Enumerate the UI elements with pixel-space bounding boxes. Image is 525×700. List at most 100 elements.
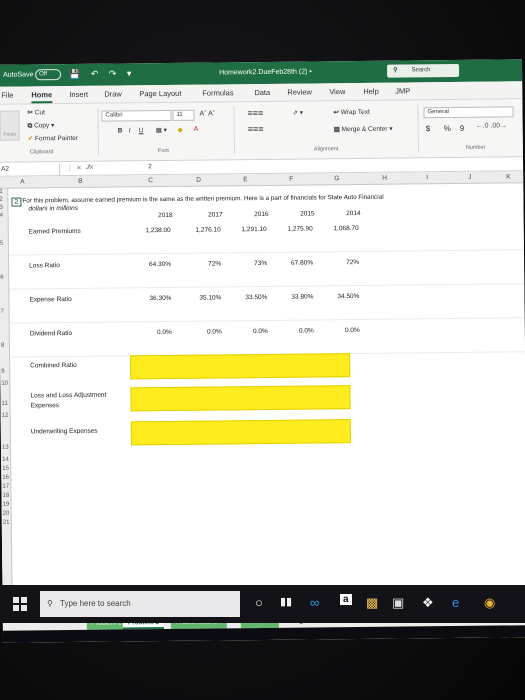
percent-button[interactable]: % bbox=[444, 124, 451, 133]
earned-premiums-label[interactable]: Earned Premiums bbox=[29, 228, 81, 236]
tab-formulas[interactable]: Formulas bbox=[202, 88, 233, 97]
italic-button[interactable]: I bbox=[129, 127, 131, 134]
row-header-8[interactable]: 8 bbox=[0, 322, 11, 357]
expense-ratio-label[interactable]: Expense Ratio bbox=[29, 296, 71, 303]
tab-help[interactable]: Help bbox=[363, 87, 379, 96]
loss-ratio-label[interactable]: Loss Ratio bbox=[29, 262, 60, 269]
row-header-14[interactable]: 14 bbox=[1, 456, 12, 466]
row-header-1[interactable]: 1 bbox=[0, 188, 9, 197]
row-header-9[interactable]: 9 bbox=[0, 356, 11, 381]
row-header-15[interactable]: 15 bbox=[1, 465, 12, 475]
tab-draw[interactable]: Draw bbox=[104, 89, 122, 98]
column-header-c[interactable]: C bbox=[148, 177, 153, 184]
year-2016[interactable]: 2016 bbox=[225, 211, 269, 218]
row-header-4[interactable]: 4 bbox=[0, 212, 9, 221]
loss-ratio-2017[interactable]: 72% bbox=[169, 260, 221, 268]
dividend-ratio-2014[interactable]: 0.0% bbox=[308, 327, 360, 335]
row-header-2[interactable]: 2 bbox=[0, 196, 9, 205]
underwriting-expenses-input-range[interactable] bbox=[130, 419, 351, 446]
column-header-d[interactable]: D bbox=[196, 177, 201, 184]
dividend-ratio-2016[interactable]: 0.0% bbox=[216, 328, 268, 336]
column-header-a[interactable]: A bbox=[20, 178, 24, 185]
name-box[interactable]: A2 bbox=[0, 163, 61, 176]
cell-a2[interactable]: 2 bbox=[11, 197, 22, 207]
expense-ratio-2014[interactable]: 34.50% bbox=[307, 293, 359, 301]
column-header-g[interactable]: G bbox=[334, 175, 339, 182]
comma-button[interactable]: 9 bbox=[460, 124, 465, 133]
units-note[interactable]: dollars in millions bbox=[28, 205, 78, 213]
column-header-e[interactable]: E bbox=[243, 176, 247, 183]
tab-jmp[interactable]: JMP bbox=[395, 86, 410, 95]
row-header-13[interactable]: 13 bbox=[0, 422, 12, 457]
wrap-text-button[interactable]: ↩ Wrap Text bbox=[333, 108, 369, 116]
infinity-icon[interactable]: ∞ bbox=[310, 595, 319, 610]
row-header-18[interactable]: 18 bbox=[1, 492, 12, 502]
formula-value[interactable]: 2 bbox=[148, 163, 152, 170]
align-top-icons[interactable]: ≡≡≡ bbox=[247, 108, 263, 118]
row-header-6[interactable]: 6 bbox=[0, 254, 10, 289]
expense-ratio-2018[interactable]: 36.30% bbox=[119, 295, 171, 303]
cortana-icon[interactable]: ○ bbox=[255, 595, 263, 610]
row-header-19[interactable]: 19 bbox=[1, 501, 12, 511]
earned-premiums-2017[interactable]: 1,276.10 bbox=[169, 226, 220, 234]
dropbox-icon[interactable]: ❖ bbox=[422, 595, 434, 611]
year-2015[interactable]: 2015 bbox=[271, 210, 315, 217]
row-header-3[interactable]: 3 bbox=[0, 204, 9, 213]
tab-data[interactable]: Data bbox=[254, 88, 270, 97]
row-header-5[interactable]: 5 bbox=[0, 220, 9, 255]
dividend-ratio-2017[interactable]: 0.0% bbox=[170, 328, 222, 336]
combined-ratio-label[interactable]: Combined Ratio bbox=[30, 362, 77, 369]
store-icon[interactable]: ▣ bbox=[392, 595, 404, 611]
merge-center-button[interactable]: ▤ Merge & Center ▾ bbox=[334, 125, 393, 134]
column-header-h[interactable]: H bbox=[382, 175, 387, 182]
copy-button[interactable]: ⧉ Copy ▾ bbox=[28, 121, 55, 130]
formula-bar-icons[interactable]: ⋮ ✕ ✓ bbox=[66, 164, 91, 172]
borders-icon[interactable]: ▦ ▾ bbox=[156, 126, 167, 134]
title-search-box[interactable]: ⚲ Search bbox=[387, 63, 460, 78]
taskbar-search-box[interactable]: ⚲ Type here to search bbox=[40, 591, 240, 617]
row-header-16[interactable]: 16 bbox=[1, 474, 12, 484]
row-header-11[interactable]: 11 bbox=[0, 388, 11, 413]
loss-ratio-2018[interactable]: 64.30% bbox=[119, 261, 171, 269]
fx-icon[interactable]: fx bbox=[88, 164, 93, 171]
row-header-10[interactable]: 10 bbox=[0, 380, 11, 389]
column-header-b[interactable]: B bbox=[78, 178, 82, 185]
column-header-k[interactable]: K bbox=[506, 173, 510, 180]
loss-ratio-2016[interactable]: 73% bbox=[215, 260, 267, 268]
year-2017[interactable]: 2017 bbox=[179, 211, 223, 218]
row-header-7[interactable]: 7 bbox=[0, 288, 10, 323]
column-header-i[interactable]: I bbox=[426, 174, 428, 181]
windows-icon[interactable] bbox=[13, 597, 27, 611]
task-view-icon[interactable]: ▮▮ bbox=[280, 595, 292, 608]
tab-page-layout[interactable]: Page Layout bbox=[139, 89, 181, 98]
amazon-icon[interactable]: a bbox=[340, 594, 352, 605]
lae-input-range[interactable] bbox=[130, 385, 351, 412]
earned-premiums-2018[interactable]: 1,238.00 bbox=[119, 227, 170, 235]
quick-access-toolbar[interactable]: 💾 ↶ ↷ ▾ bbox=[69, 68, 135, 80]
cut-button[interactable]: ✂ Cut bbox=[27, 108, 44, 116]
bold-button[interactable]: B bbox=[118, 127, 123, 134]
align-horizontal-icons[interactable]: ≡≡≡ bbox=[248, 124, 264, 134]
file-explorer-icon[interactable]: ▩ bbox=[366, 595, 378, 611]
underline-button[interactable]: U bbox=[139, 127, 144, 134]
orientation-icon[interactable]: ⇗ ▾ bbox=[292, 109, 303, 117]
expense-ratio-2015[interactable]: 33.80% bbox=[261, 293, 313, 301]
decimal-icons[interactable]: ←.0 .00→ bbox=[476, 122, 508, 129]
number-format-select[interactable]: General bbox=[423, 106, 514, 119]
year-2018[interactable]: 2018 bbox=[129, 212, 173, 219]
loss-ratio-2015[interactable]: 67.80% bbox=[261, 259, 313, 267]
dividend-ratio-2018[interactable]: 0.0% bbox=[120, 329, 172, 337]
worksheet-grid[interactable]: A B C D E F G H I J K 1 2 3 4 5 6 7 8 9 … bbox=[0, 171, 525, 618]
dividend-ratio-label[interactable]: Dividend Ratio bbox=[30, 330, 72, 337]
row-header-20[interactable]: 20 bbox=[1, 510, 12, 520]
problem-statement[interactable]: For this problem, assume earned premium … bbox=[22, 194, 383, 205]
expense-ratio-2017[interactable]: 35.10% bbox=[169, 294, 221, 302]
edge-icon[interactable]: e bbox=[452, 595, 459, 610]
font-color-icon[interactable]: A bbox=[194, 126, 198, 133]
font-size-select[interactable]: 11 bbox=[172, 109, 195, 121]
tab-home[interactable]: Home bbox=[31, 90, 53, 104]
row-header-17[interactable]: 17 bbox=[1, 483, 12, 493]
column-header-j[interactable]: J bbox=[468, 174, 471, 181]
dividend-ratio-2015[interactable]: 0.0% bbox=[262, 327, 314, 335]
tab-file[interactable]: File bbox=[1, 91, 13, 100]
